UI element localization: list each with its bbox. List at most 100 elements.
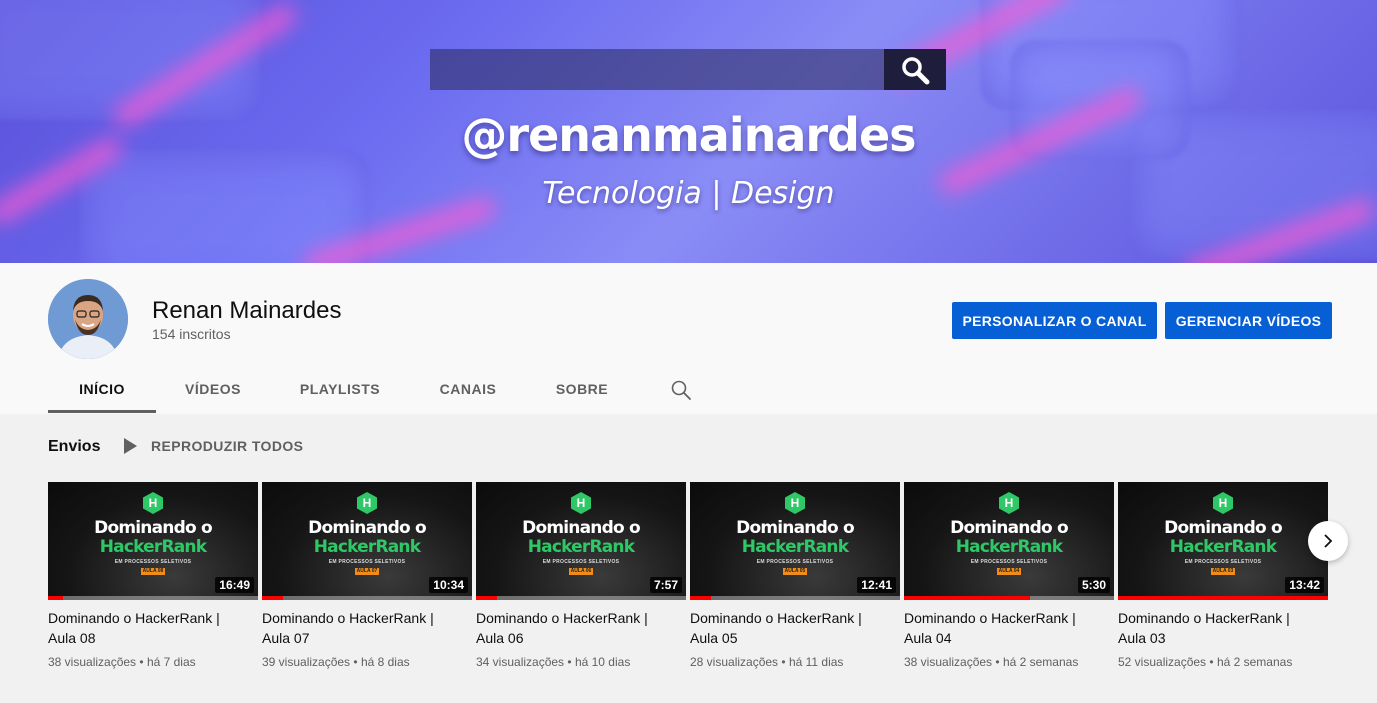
thumbnail-line2: HackerRank	[955, 537, 1063, 557]
manage-videos-button[interactable]: GERENCIAR VÍDEOS	[1165, 302, 1332, 339]
subscriber-count: 154 inscritos	[152, 326, 231, 342]
banner-search-bar	[430, 49, 946, 90]
watch-progress-fill	[476, 596, 497, 600]
video-card[interactable]: H Dominando o HackerRank EM PROCESSOS SELET…	[904, 482, 1114, 669]
video-thumbnail[interactable]: H Dominando o HackerRank EM PROCESSOS SELET…	[48, 482, 258, 600]
video-card[interactable]: H Dominando o HackerRank EM PROCESSOS SELET…	[1118, 482, 1328, 669]
tab-inicio[interactable]: INÍCIO	[48, 365, 156, 413]
video-title[interactable]: Dominando o HackerRank | Aula 04	[904, 608, 1094, 648]
shelf-next-button[interactable]	[1308, 521, 1348, 561]
search-icon	[671, 380, 691, 400]
hackerrank-logo-icon: H	[571, 492, 591, 514]
channel-search-button[interactable]	[670, 379, 692, 406]
thumbnail-subtitle: EM PROCESSOS SELETIVOS	[114, 559, 192, 565]
video-metadata: 52 visualizações • há 2 semanas	[1118, 655, 1328, 669]
video-title[interactable]: Dominando o HackerRank | Aula 05	[690, 608, 880, 648]
thumbnail-subtitle: EM PROCESSOS SELETIVOS	[542, 559, 620, 565]
thumbnail-line2: HackerRank	[313, 537, 421, 557]
tab-canais[interactable]: CANAIS	[423, 365, 513, 413]
thumbnail-line1: Dominando o	[308, 518, 426, 538]
video-views: 28 visualizações	[690, 655, 779, 669]
customize-channel-button[interactable]: PERSONALIZAR O CANAL	[952, 302, 1157, 339]
thumbnail-lesson-tag: AULA 08	[141, 568, 165, 575]
thumbnail-line1: Dominando o	[950, 518, 1068, 538]
thumbnail-subtitle: EM PROCESSOS SELETIVOS	[756, 559, 834, 565]
tab-sobre[interactable]: SOBRE	[541, 365, 623, 413]
thumbnail-line2: HackerRank	[99, 537, 207, 557]
thumbnail-lesson-tag: AULA 07	[355, 568, 379, 575]
watch-progress-track	[1118, 596, 1328, 600]
video-duration: 13:42	[1285, 577, 1324, 593]
video-duration: 5:30	[1077, 577, 1110, 593]
thumbnail-line1: Dominando o	[94, 518, 212, 538]
video-card[interactable]: H Dominando o HackerRank EM PROCESSOS SELET…	[476, 482, 686, 669]
video-metadata: 38 visualizações • há 7 dias	[48, 655, 258, 669]
video-duration: 12:41	[857, 577, 896, 593]
thumbnail-subtitle: EM PROCESSOS SELETIVOS	[328, 559, 406, 565]
video-thumbnail[interactable]: H Dominando o HackerRank EM PROCESSOS SELET…	[690, 482, 900, 600]
hackerrank-logo-icon: H	[143, 492, 163, 514]
watch-progress-track	[690, 596, 900, 600]
hackerrank-logo-icon: H	[999, 492, 1019, 514]
meta-separator: •	[778, 655, 789, 669]
watch-progress-track	[48, 596, 258, 600]
video-age: há 2 semanas	[1002, 655, 1079, 669]
thumbnail-lesson-tag: AULA 03	[1211, 568, 1235, 575]
thumbnail-lesson-tag: AULA 05	[783, 568, 807, 575]
banner-search-field	[430, 49, 884, 90]
video-age: há 2 semanas	[1216, 655, 1293, 669]
tab-videos[interactable]: VÍDEOS	[165, 365, 261, 413]
watch-progress-fill	[48, 596, 63, 600]
watch-progress-track	[262, 596, 472, 600]
video-card[interactable]: H Dominando o HackerRank EM PROCESSOS SELET…	[690, 482, 900, 669]
video-age: há 7 dias	[146, 655, 196, 669]
video-views: 34 visualizações	[476, 655, 565, 669]
play-all-button[interactable]: REPRODUZIR TODOS	[123, 438, 303, 454]
chevron-right-icon	[1324, 534, 1333, 548]
play-all-label: REPRODUZIR TODOS	[151, 438, 304, 454]
video-thumbnail[interactable]: H Dominando o HackerRank EM PROCESSOS SELET…	[262, 482, 472, 600]
tab-playlists[interactable]: PLAYLISTS	[284, 365, 396, 413]
thumbnail-line2: HackerRank	[741, 537, 849, 557]
video-metadata: 38 visualizações • há 2 semanas	[904, 655, 1114, 669]
video-title[interactable]: Dominando o HackerRank | Aula 03	[1118, 608, 1308, 648]
video-thumbnail[interactable]: H Dominando o HackerRank EM PROCESSOS SELET…	[904, 482, 1114, 600]
video-views: 38 visualizações	[904, 655, 993, 669]
video-thumbnail[interactable]: H Dominando o HackerRank EM PROCESSOS SELET…	[476, 482, 686, 600]
watch-progress-track	[476, 596, 686, 600]
video-card[interactable]: H Dominando o HackerRank EM PROCESSOS SELET…	[262, 482, 472, 669]
channel-banner: @renanmainardes Tecnologia | Design	[0, 0, 1377, 263]
thumbnail-subtitle: EM PROCESSOS SELETIVOS	[970, 559, 1048, 565]
thumbnail-line2: HackerRank	[1169, 537, 1277, 557]
video-views: 52 visualizações	[1118, 655, 1207, 669]
meta-separator: •	[992, 655, 1003, 669]
video-metadata: 39 visualizações • há 8 dias	[262, 655, 472, 669]
thumbnail-lesson-tag: AULA 06	[569, 568, 593, 575]
video-title[interactable]: Dominando o HackerRank | Aula 06	[476, 608, 666, 648]
watch-progress-fill	[904, 596, 1030, 600]
shelf-title: Envios	[48, 438, 101, 455]
watch-progress-fill	[690, 596, 711, 600]
avatar[interactable]	[48, 279, 128, 359]
video-duration: 10:34	[429, 577, 468, 593]
video-metadata: 34 visualizações • há 10 dias	[476, 655, 686, 669]
video-age: há 8 dias	[360, 655, 410, 669]
thumbnail-lesson-tag: AULA 04	[997, 568, 1021, 575]
meta-separator: •	[136, 655, 147, 669]
thumbnail-subtitle: EM PROCESSOS SELETIVOS	[1184, 559, 1262, 565]
thumbnail-line2: HackerRank	[527, 537, 635, 557]
hackerrank-logo-icon: H	[785, 492, 805, 514]
watch-progress-fill	[262, 596, 283, 600]
video-age: há 11 dias	[788, 655, 844, 669]
thumbnail-line1: Dominando o	[522, 518, 640, 538]
video-title[interactable]: Dominando o HackerRank | Aula 08	[48, 608, 238, 648]
video-duration: 7:57	[649, 577, 682, 593]
meta-separator: •	[1206, 655, 1217, 669]
video-card[interactable]: H Dominando o HackerRank EM PROCESSOS SELET…	[48, 482, 258, 669]
meta-separator: •	[350, 655, 361, 669]
avatar-image	[48, 279, 128, 359]
video-thumbnail[interactable]: H Dominando o HackerRank EM PROCESSOS SELET…	[1118, 482, 1328, 600]
video-title[interactable]: Dominando o HackerRank | Aula 07	[262, 608, 452, 648]
banner-search-button	[884, 49, 946, 90]
hackerrank-logo-icon: H	[1213, 492, 1233, 514]
